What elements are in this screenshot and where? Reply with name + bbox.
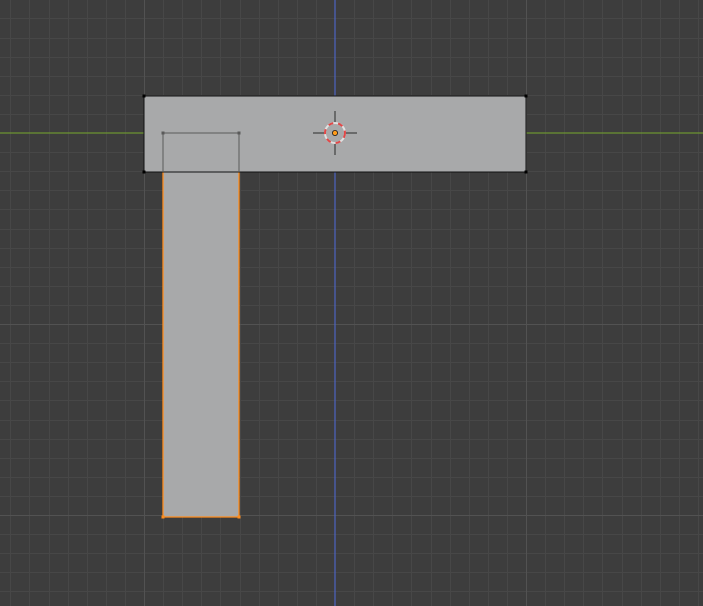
vertex [142, 94, 146, 98]
vertex [161, 131, 165, 135]
vertex [237, 131, 241, 135]
vertex-selected [161, 515, 165, 519]
vertex [524, 94, 528, 98]
3d-viewport[interactable] [0, 0, 703, 606]
vertex-selected [237, 515, 241, 519]
object-origin-icon[interactable] [331, 129, 338, 136]
vertical-bar-object[interactable] [162, 133, 240, 518]
vertex [524, 170, 528, 174]
vertical-bar-face[interactable] [163, 133, 239, 517]
vertex [142, 170, 146, 174]
